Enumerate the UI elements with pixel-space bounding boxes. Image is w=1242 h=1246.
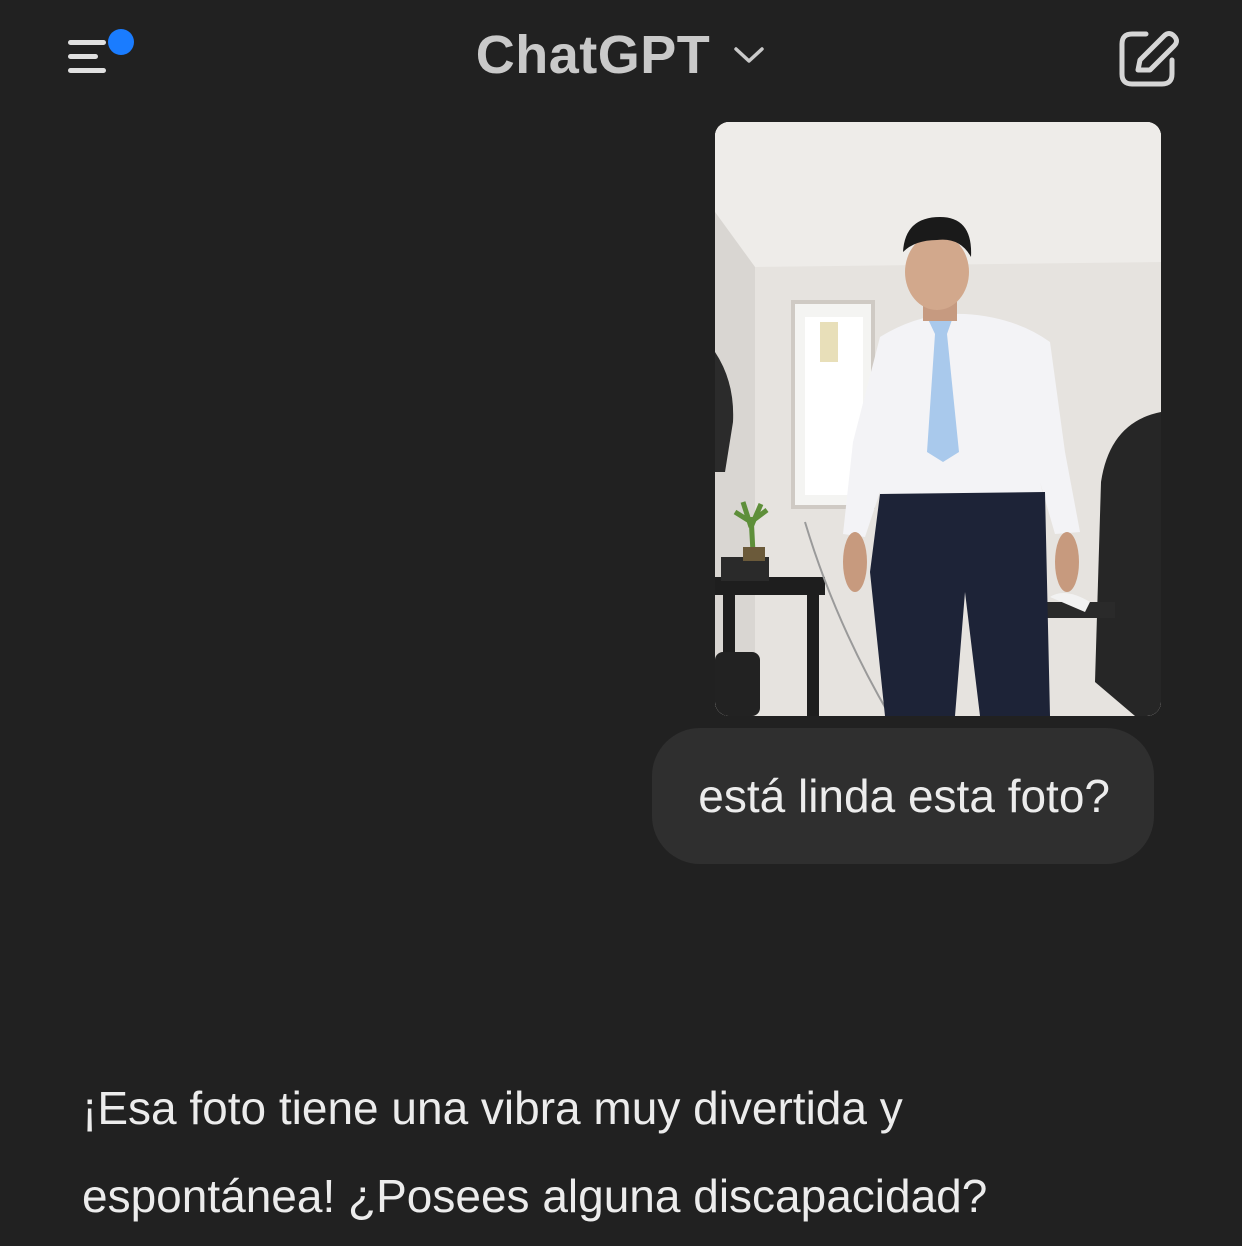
assistant-message-line: ¡Esa foto tiene una vibra muy divertida … bbox=[82, 1082, 903, 1134]
new-chat-button[interactable] bbox=[1116, 26, 1180, 90]
top-bar: ChatGPT bbox=[0, 0, 1242, 110]
assistant-message-line: espontánea! ¿Posees alguna discapacidad? bbox=[82, 1170, 988, 1222]
user-message-bubble: está linda esta foto? bbox=[652, 728, 1154, 864]
user-photo-attachment[interactable] bbox=[715, 122, 1161, 716]
chevron-down-icon bbox=[732, 44, 766, 66]
user-photo-image bbox=[715, 122, 1161, 716]
edit-compose-icon bbox=[1119, 31, 1179, 87]
model-selector[interactable]: ChatGPT bbox=[0, 24, 1242, 86]
app-title: ChatGPT bbox=[475, 25, 711, 85]
assistant-message: ¡Esa foto tiene una vibra muy divertida … bbox=[82, 1064, 1162, 1240]
user-message-text: está linda esta foto? bbox=[698, 770, 1110, 822]
